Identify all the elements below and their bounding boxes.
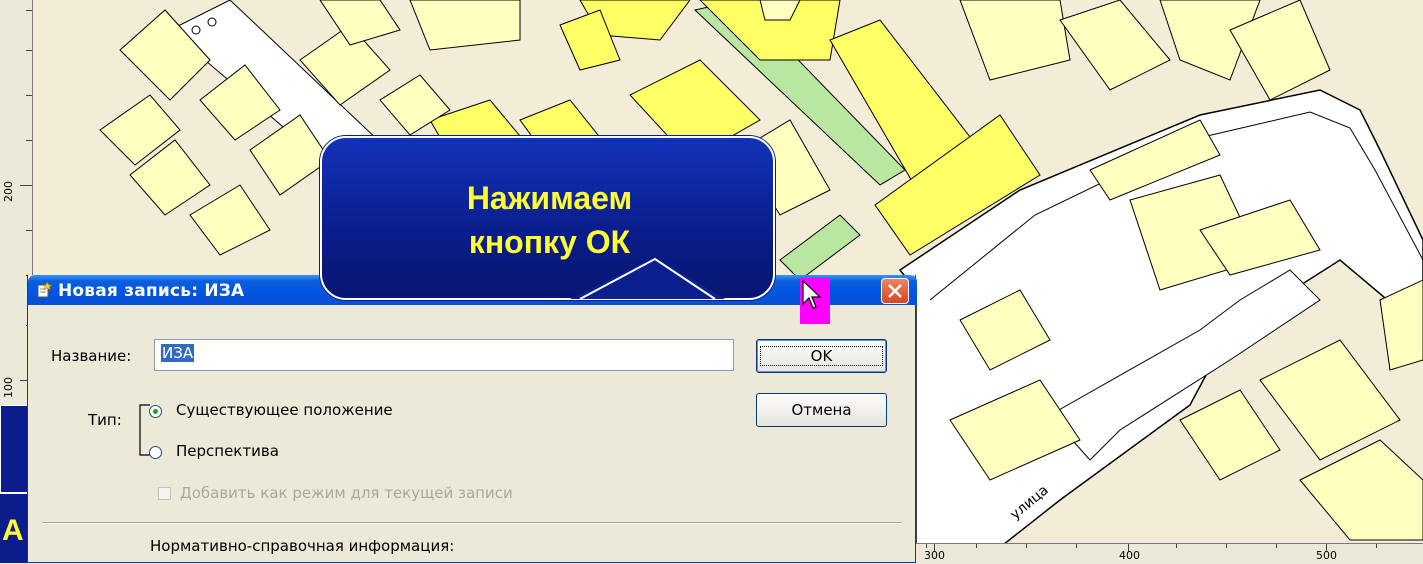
- name-input[interactable]: ИЗА: [154, 339, 734, 371]
- callout-pointer: [570, 257, 725, 300]
- radio-perspective[interactable]: [149, 446, 162, 459]
- ok-button[interactable]: OK: [756, 339, 887, 373]
- cursor-highlight: [800, 278, 830, 324]
- hruler-label-300: 300: [924, 549, 945, 562]
- name-input-value: ИЗА: [161, 344, 195, 362]
- radio-existing-dot: [153, 409, 158, 414]
- close-button[interactable]: [881, 278, 909, 304]
- hruler-label-500: 500: [1316, 549, 1337, 562]
- cancel-button[interactable]: Отмена: [756, 393, 887, 427]
- add-mode-checkbox-label: Добавить как режим для текущей записи: [180, 484, 513, 502]
- ok-button-label: OK: [759, 346, 884, 366]
- radio-perspective-label[interactable]: Перспектива: [176, 442, 279, 460]
- hruler-label-400: 400: [1119, 549, 1140, 562]
- horizontal-ruler: 300 400 500: [916, 543, 1423, 564]
- new-record-dialog: Новая запись: ИЗА Название: ИЗА OK Отмен…: [27, 275, 917, 563]
- cancel-button-label: Отмена: [791, 401, 852, 419]
- separator: [42, 522, 902, 524]
- radio-existing-label[interactable]: Существующее положение: [176, 401, 393, 419]
- mouse-cursor-icon: [802, 280, 822, 309]
- vruler-label-200: 200: [2, 181, 15, 202]
- radio-existing[interactable]: [149, 405, 162, 418]
- type-label: Тип:: [88, 411, 122, 429]
- callout-line-1: Нажимаем: [466, 180, 633, 216]
- reference-info-label: Нормативно-справочная информация:: [150, 537, 455, 555]
- left-callout-letter: А: [2, 514, 24, 547]
- callout-text: Нажимаем кнопку ОК: [322, 176, 777, 264]
- vruler-label-100: 100: [2, 377, 15, 398]
- close-icon: [888, 284, 902, 298]
- add-mode-checkbox[interactable]: [158, 487, 171, 500]
- new-record-icon: [37, 282, 52, 298]
- name-label: Название:: [51, 347, 132, 365]
- dialog-title: Новая запись: ИЗА: [58, 281, 245, 301]
